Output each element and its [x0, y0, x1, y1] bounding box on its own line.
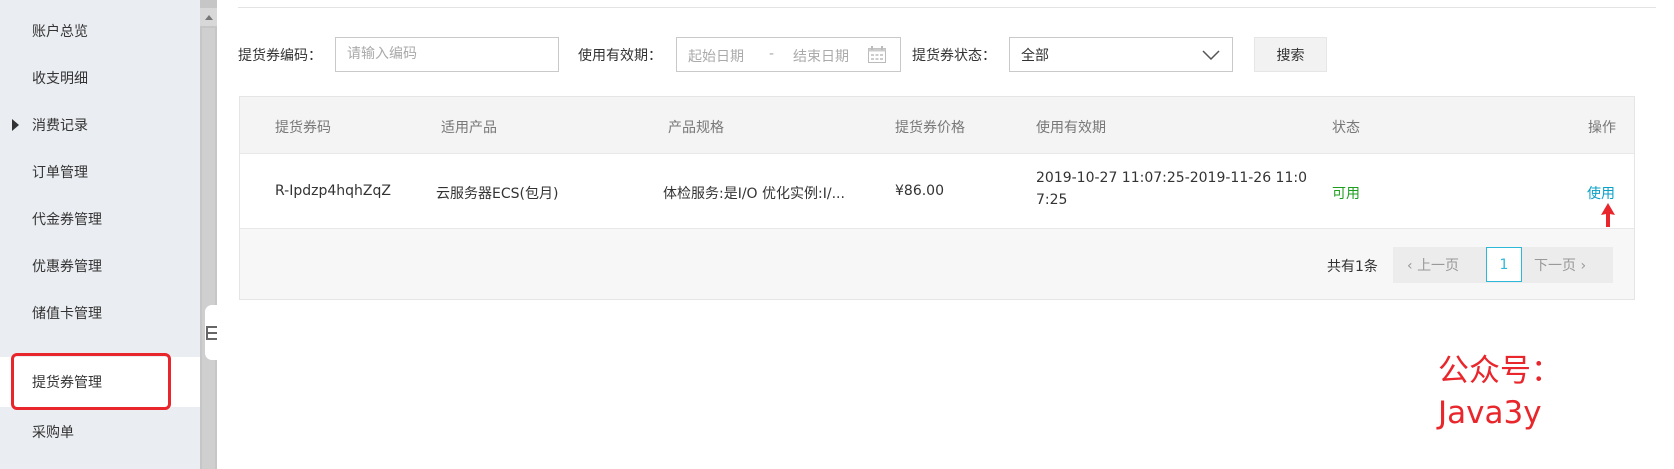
sidebar-item-label: 订单管理: [32, 165, 88, 181]
status-cell: 可用: [1332, 186, 1360, 202]
spec-cell: 体检服务:是I/O 优化实例:I/...: [663, 186, 845, 202]
pagination-total: 共有1条: [1327, 259, 1378, 275]
sidebar-item-voucher-management[interactable]: 代金券管理: [0, 194, 200, 244]
sidebar-item-label: 采购单: [32, 425, 74, 441]
column-header: 提货券价格: [895, 120, 965, 136]
product-cell: 云服务器ECS(包月): [436, 186, 559, 202]
sidebar-item-label: 储值卡管理: [32, 306, 102, 322]
top-divider: [238, 7, 1656, 8]
collapse-menu-icon: [206, 325, 217, 340]
sidebar-item-purchase-order[interactable]: 采购单: [0, 407, 200, 457]
status-filter-label: 提货券状态：: [912, 48, 996, 64]
table-row: R-Ipdzp4hqhZqZ 云服务器ECS(包月) 体检服务:是I/O 优化实…: [240, 154, 1634, 229]
scroll-up-button[interactable]: [200, 8, 217, 26]
sidebar: 账户总览 收支明细 消费记录 订单管理 代金券管理 优惠券管理 储值卡管理 提货…: [0, 0, 200, 469]
column-header: 适用产品: [441, 120, 497, 136]
caret-right-icon: [12, 119, 19, 131]
sidebar-item-label: 代金券管理: [32, 212, 102, 228]
price-cell: ¥86.00: [895, 183, 944, 199]
sidebar-item-label: 优惠券管理: [32, 259, 102, 275]
sidebar-item-consumption-records[interactable]: 消费记录: [0, 100, 200, 150]
sidebar-item-stored-value-card[interactable]: 储值卡管理: [0, 288, 200, 338]
scrollbar-thumb[interactable]: [202, 28, 215, 469]
use-link[interactable]: 使用: [1587, 183, 1615, 203]
date-separator: -: [769, 46, 775, 62]
status-select-value: 全部: [1021, 48, 1049, 64]
voucher-code-input[interactable]: 请输入编码: [335, 37, 559, 72]
code-filter-label: 提货券编码：: [238, 48, 322, 64]
column-header: 使用有效期: [1036, 120, 1106, 136]
validity-filter-label: 使用有效期：: [578, 48, 662, 64]
column-header: 操作: [1588, 120, 1616, 136]
end-date-field[interactable]: 结束日期: [793, 46, 849, 66]
sidebar-item-income-details[interactable]: 收支明细: [0, 53, 200, 103]
chevron-down-icon: [1202, 50, 1220, 60]
column-header: 提货券码: [275, 120, 331, 136]
chevron-up-icon: [204, 14, 213, 20]
page-number-current[interactable]: 1: [1486, 247, 1522, 282]
sidebar-item-account-overview[interactable]: 账户总览: [0, 6, 200, 56]
highlight-annotation-box: [11, 353, 171, 410]
date-range-picker[interactable]: 起始日期 - 结束日期: [676, 37, 901, 72]
table-header: 提货券码 适用产品 产品规格 提货券价格 使用有效期 状态 操作: [240, 97, 1634, 154]
start-date-field[interactable]: 起始日期: [688, 46, 744, 66]
prev-page-label: 上一页: [1417, 258, 1460, 274]
sidebar-item-label: 收支明细: [32, 71, 88, 87]
watermark: 公众号： Java3y: [1438, 350, 1562, 434]
validity-cell-line2: 7:25: [1036, 192, 1068, 208]
validity-cell-line1: 2019-10-27 11:07:25-2019-11-26 11:0: [1036, 170, 1307, 186]
watermark-line1: 公众号：: [1438, 353, 1562, 389]
pagination: ‹ 上一页 1 下一页 ›: [1393, 247, 1613, 283]
sidebar-item-coupon-management[interactable]: 优惠券管理: [0, 241, 200, 291]
voucher-code-cell: R-Ipdzp4hqhZqZ: [275, 183, 391, 199]
sidebar-item-label: 消费记录: [32, 118, 88, 134]
status-select[interactable]: 全部: [1009, 37, 1233, 72]
search-button[interactable]: 搜索: [1254, 37, 1327, 72]
sidebar-item-label: 账户总览: [32, 24, 88, 40]
next-page-button[interactable]: 下一页 ›: [1534, 255, 1586, 275]
column-header: 状态: [1332, 120, 1360, 136]
column-header: 产品规格: [668, 120, 724, 136]
watermark-line2: Java3y: [1438, 395, 1542, 431]
sidebar-collapse-toggle[interactable]: [205, 305, 218, 360]
prev-page-button[interactable]: ‹ 上一页: [1407, 255, 1459, 275]
next-page-label: 下一页: [1534, 258, 1576, 274]
calendar-icon[interactable]: [868, 46, 886, 63]
red-arrow-annotation-icon: [1601, 203, 1615, 227]
sidebar-item-order-management[interactable]: 订单管理: [0, 147, 200, 197]
